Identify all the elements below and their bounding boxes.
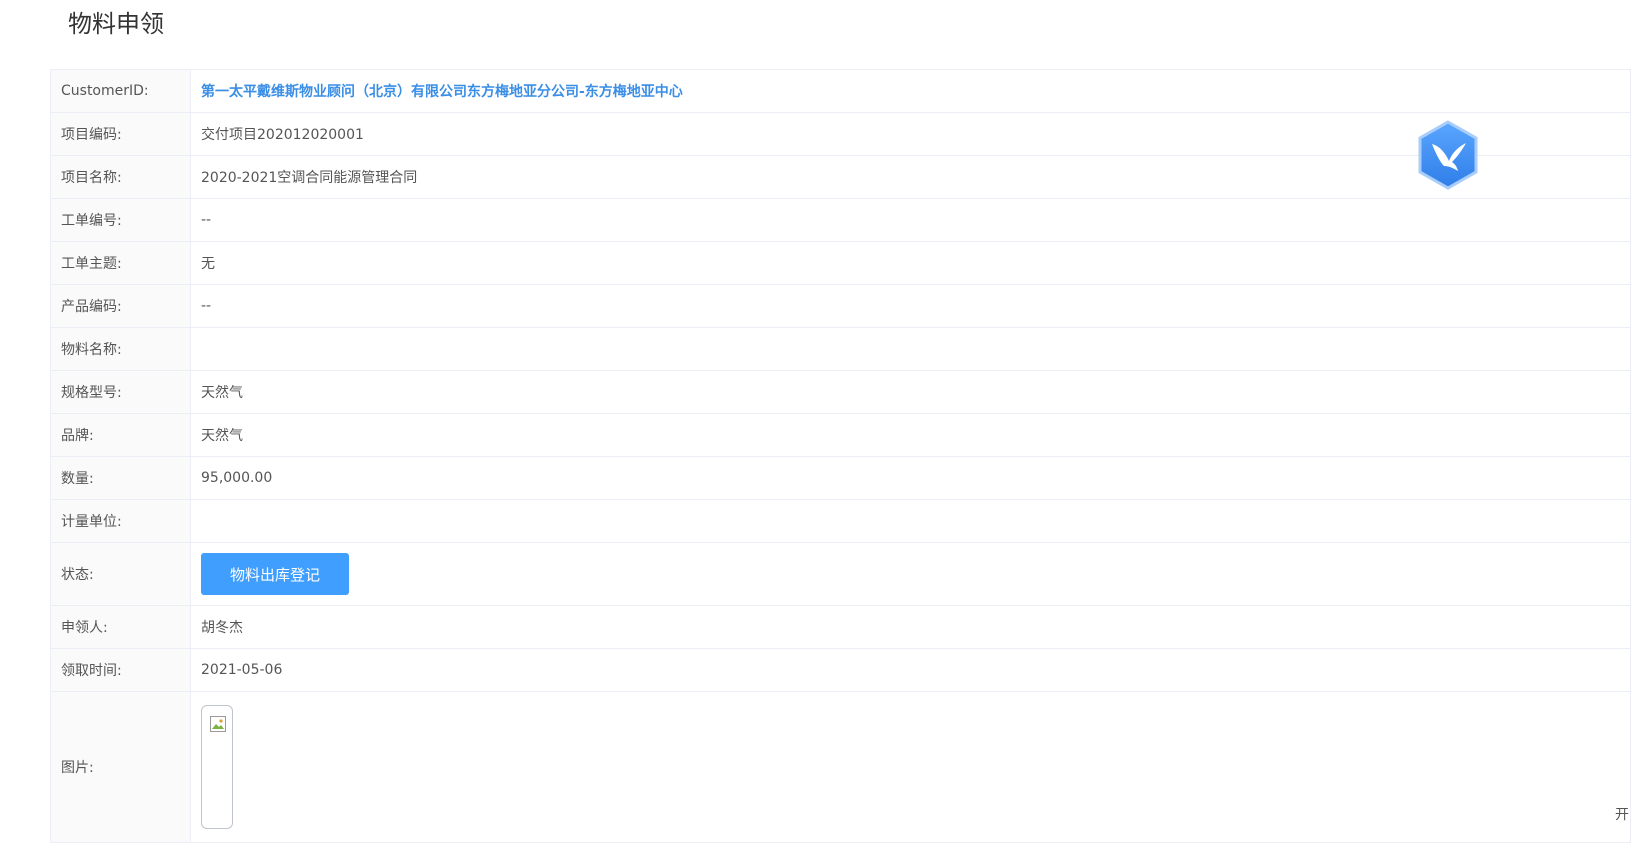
image-thumbnail[interactable]: [201, 705, 233, 829]
row-project-code: 项目编码: 交付项目202012020001: [50, 112, 1631, 156]
row-project-name: 项目名称: 2020-2021空调合同能源管理合同: [50, 155, 1631, 199]
brand-value: 天然气: [190, 413, 1631, 457]
work-order-no-value: --: [190, 198, 1631, 242]
project-code-label: 项目编码:: [50, 112, 191, 156]
product-code-label: 产品编码:: [50, 284, 191, 328]
material-outbound-register-button[interactable]: 物料出库登记: [201, 553, 349, 595]
row-customer-id: CustomerID: 第一太平戴维斯物业顾问（北京）有限公司东方梅地亚分公司-…: [50, 69, 1631, 113]
applicant-label: 申领人:: [50, 605, 191, 649]
receive-time-value: 2021-05-06: [190, 648, 1631, 692]
customer-id-label: CustomerID:: [50, 69, 191, 113]
spec-model-value: 天然气: [190, 370, 1631, 414]
row-work-order-no: 工单编号: --: [50, 198, 1631, 242]
quantity-label: 数量:: [50, 456, 191, 500]
material-name-value: [190, 327, 1631, 371]
applicant-value: 胡冬杰: [190, 605, 1631, 649]
unit-label: 计量单位:: [50, 499, 191, 543]
row-image: 图片:: [50, 691, 1631, 843]
row-applicant: 申领人: 胡冬杰: [50, 605, 1631, 649]
row-product-code: 产品编码: --: [50, 284, 1631, 328]
row-work-order-subject: 工单主题: 无: [50, 241, 1631, 285]
hummingbird-hexagon-icon[interactable]: [1416, 120, 1480, 190]
brand-label: 品牌:: [50, 413, 191, 457]
work-order-no-label: 工单编号:: [50, 198, 191, 242]
work-order-subject-label: 工单主题:: [50, 241, 191, 285]
project-name-label: 项目名称:: [50, 155, 191, 199]
row-material-name: 物料名称:: [50, 327, 1631, 371]
status-label: 状态:: [50, 542, 191, 606]
row-brand: 品牌: 天然气: [50, 413, 1631, 457]
row-spec-model: 规格型号: 天然气: [50, 370, 1631, 414]
page-title: 物料申领: [68, 10, 164, 38]
unit-value: [190, 499, 1631, 543]
row-unit: 计量单位:: [50, 499, 1631, 543]
row-receive-time: 领取时间: 2021-05-06: [50, 648, 1631, 692]
product-code-value: --: [190, 284, 1631, 328]
corner-text: 开: [1615, 807, 1629, 823]
receive-time-label: 领取时间:: [50, 648, 191, 692]
project-name-value: 2020-2021空调合同能源管理合同: [190, 155, 1631, 199]
spec-model-label: 规格型号:: [50, 370, 191, 414]
row-status: 状态: 物料出库登记: [50, 542, 1631, 606]
work-order-subject-value: 无: [190, 241, 1631, 285]
material-name-label: 物料名称:: [50, 327, 191, 371]
broken-image-icon: [210, 716, 226, 732]
detail-table: CustomerID: 第一太平戴维斯物业顾问（北京）有限公司东方梅地亚分公司-…: [50, 69, 1631, 843]
customer-id-link[interactable]: 第一太平戴维斯物业顾问（北京）有限公司东方梅地亚分公司-东方梅地亚中心: [201, 84, 683, 100]
image-label: 图片:: [50, 691, 191, 843]
row-quantity: 数量: 95,000.00: [50, 456, 1631, 500]
quantity-value: 95,000.00: [190, 456, 1631, 500]
project-code-value: 交付项目202012020001: [190, 112, 1631, 156]
